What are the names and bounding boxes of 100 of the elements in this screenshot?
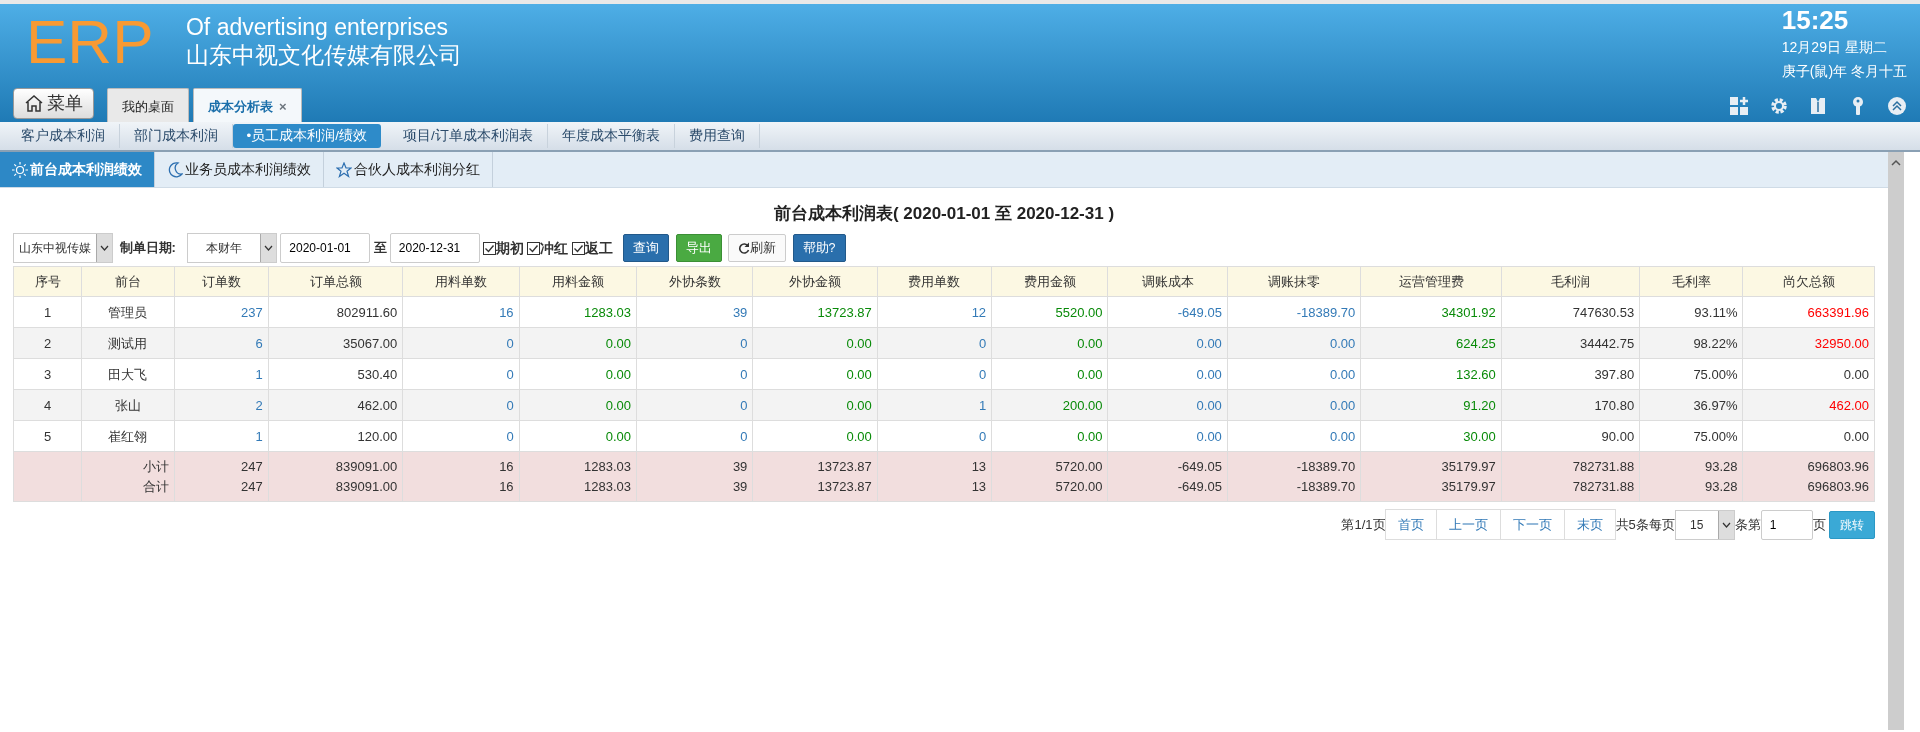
subnav-tab[interactable]: 年度成本平衡表 <box>547 123 675 149</box>
table-cell: 0.00 <box>1108 327 1228 359</box>
report-tab[interactable]: 前台成本利润绩效 <box>0 152 155 187</box>
table-cell: 624.25 <box>1360 327 1502 359</box>
scroll-up-icon[interactable] <box>1891 158 1901 168</box>
add-widget-icon[interactable] <box>1729 95 1749 116</box>
table-cell: 75.00% <box>1639 420 1743 452</box>
table-cell: 663391.96 <box>1743 296 1875 328</box>
column-header: 费用金额 <box>991 266 1108 297</box>
table-cell: 30.00 <box>1360 420 1502 452</box>
moon-icon <box>167 161 183 178</box>
period-select[interactable]: 本财年 <box>187 233 278 263</box>
page-link[interactable]: 上一页 <box>1435 508 1501 541</box>
table-cell: 2 <box>13 327 82 359</box>
table-cell: 0.00 <box>1743 358 1875 390</box>
table-cell: 0.00 <box>519 389 637 421</box>
checkbox[interactable] <box>527 241 541 255</box>
table-cell: 397.80 <box>1501 358 1640 390</box>
report-title: 前台成本利润表( 2020-01-01 至 2020-12-31 ) <box>773 203 1115 225</box>
table-cell: 237 <box>174 296 269 328</box>
toolbar-button[interactable]: 查询 <box>623 233 670 263</box>
checkbox-label: 冲红 <box>540 238 569 258</box>
header-tab[interactable]: 成本分析表 × <box>192 87 302 122</box>
date-from-field[interactable]: 2020-01-01 <box>280 233 371 263</box>
table-cell: 802911.60 <box>268 296 403 328</box>
table-cell: 0.00 <box>1108 389 1228 421</box>
page-label: 页 <box>1812 515 1826 534</box>
table-cell: 90.00 <box>1501 420 1640 452</box>
refresh-icon <box>738 242 751 255</box>
subnav-tab[interactable]: 客户成本利润 <box>6 123 120 149</box>
total-cell: -18389.70 <box>1227 476 1361 502</box>
company-name: 山东中视文化传媒有限公司 <box>186 41 462 70</box>
total-cell: 247 <box>174 476 269 502</box>
page-link[interactable]: 末页 <box>1563 508 1616 541</box>
refresh-button[interactable]: 刷新 <box>728 233 787 263</box>
subnav-tab[interactable]: 部门成本利润 <box>119 123 233 149</box>
column-header: 用料金额 <box>519 266 637 297</box>
subnav-tab[interactable]: 费用查询 <box>674 123 760 149</box>
report-tab[interactable]: 业务员成本利润绩效 <box>155 152 324 187</box>
table-cell: 16 <box>402 296 520 328</box>
close-icon[interactable]: × <box>279 98 287 114</box>
menu-button[interactable]: 菜单 <box>13 87 95 119</box>
scrollbar[interactable] <box>1888 152 1904 730</box>
settings-icon[interactable] <box>1768 95 1789 116</box>
table-cell: 32950.00 <box>1743 327 1875 359</box>
table-cell: 6 <box>174 327 269 359</box>
subnav-tab[interactable]: •员工成本利润/绩效 <box>232 123 381 149</box>
subnav-tab[interactable]: 项目/订单成本利润表 <box>389 123 548 149</box>
column-header: 序号 <box>13 266 82 297</box>
caret-icon <box>100 245 109 251</box>
table-cell: 0 <box>402 358 520 390</box>
table-cell: 462.00 <box>268 389 403 421</box>
total-cell: 839091.00 <box>268 451 403 477</box>
checkbox[interactable] <box>571 241 585 255</box>
toolbar-button[interactable]: 帮助? <box>792 233 846 263</box>
table-cell: 35067.00 <box>268 327 403 359</box>
table-cell: 1 <box>13 296 82 328</box>
date-to-field[interactable]: 2020-12-31 <box>389 233 480 263</box>
total-cell: 16 <box>402 476 520 502</box>
table-cell: 0.00 <box>752 358 878 390</box>
header-tab[interactable]: 我的桌面 <box>107 87 190 122</box>
table-cell: 1 <box>877 389 992 421</box>
table-cell: 管理员 <box>81 296 174 328</box>
table-cell: 0.00 <box>991 358 1108 390</box>
table-cell: 田大飞 <box>81 358 174 390</box>
company-select[interactable]: 山东中视传媒 <box>13 233 113 263</box>
total-cell: 35179.97 <box>1360 476 1502 502</box>
column-header: 前台 <box>81 266 174 297</box>
page-number-field[interactable]: 1 <box>1760 509 1813 540</box>
table-cell: 462.00 <box>1743 389 1875 421</box>
total-cell: 16 <box>402 451 520 477</box>
page-link[interactable]: 首页 <box>1384 508 1437 541</box>
total-cell: 93.28 <box>1639 451 1743 477</box>
total-cell: 696803.96 <box>1743 451 1875 477</box>
caret-icon <box>1721 521 1731 528</box>
page-link[interactable]: 下一页 <box>1499 508 1565 541</box>
total-cell: 13 <box>877 451 992 477</box>
total-cell: 35179.97 <box>1360 451 1502 477</box>
caret-icon <box>264 245 274 251</box>
column-header: 费用单数 <box>877 266 992 297</box>
total-info: 共5条每页 <box>1615 515 1675 534</box>
total-cell: 5720.00 <box>991 476 1108 502</box>
date-label: 制单日期: <box>119 239 176 258</box>
collapse-icon[interactable] <box>1887 95 1907 116</box>
table-cell: 34301.92 <box>1360 296 1502 328</box>
total-cell: 839091.00 <box>268 476 403 502</box>
table-cell: 崔红翎 <box>81 420 174 452</box>
column-header: 订单总额 <box>268 266 403 297</box>
table-cell: 0 <box>636 420 753 452</box>
to-label: 至 <box>373 239 387 258</box>
total-cell: 39 <box>636 476 753 502</box>
table-cell: 0 <box>636 358 753 390</box>
table-cell: 0.00 <box>1108 420 1228 452</box>
page-size-select[interactable]: 15 <box>1674 509 1735 540</box>
checkbox[interactable] <box>483 241 497 255</box>
table-cell: 75.00% <box>1639 358 1743 390</box>
table-cell: -649.05 <box>1108 296 1228 328</box>
report-tab[interactable]: 合伙人成本利润分红 <box>324 152 493 187</box>
total-cell: -18389.70 <box>1227 451 1361 477</box>
table-cell: 0.00 <box>1108 358 1228 390</box>
